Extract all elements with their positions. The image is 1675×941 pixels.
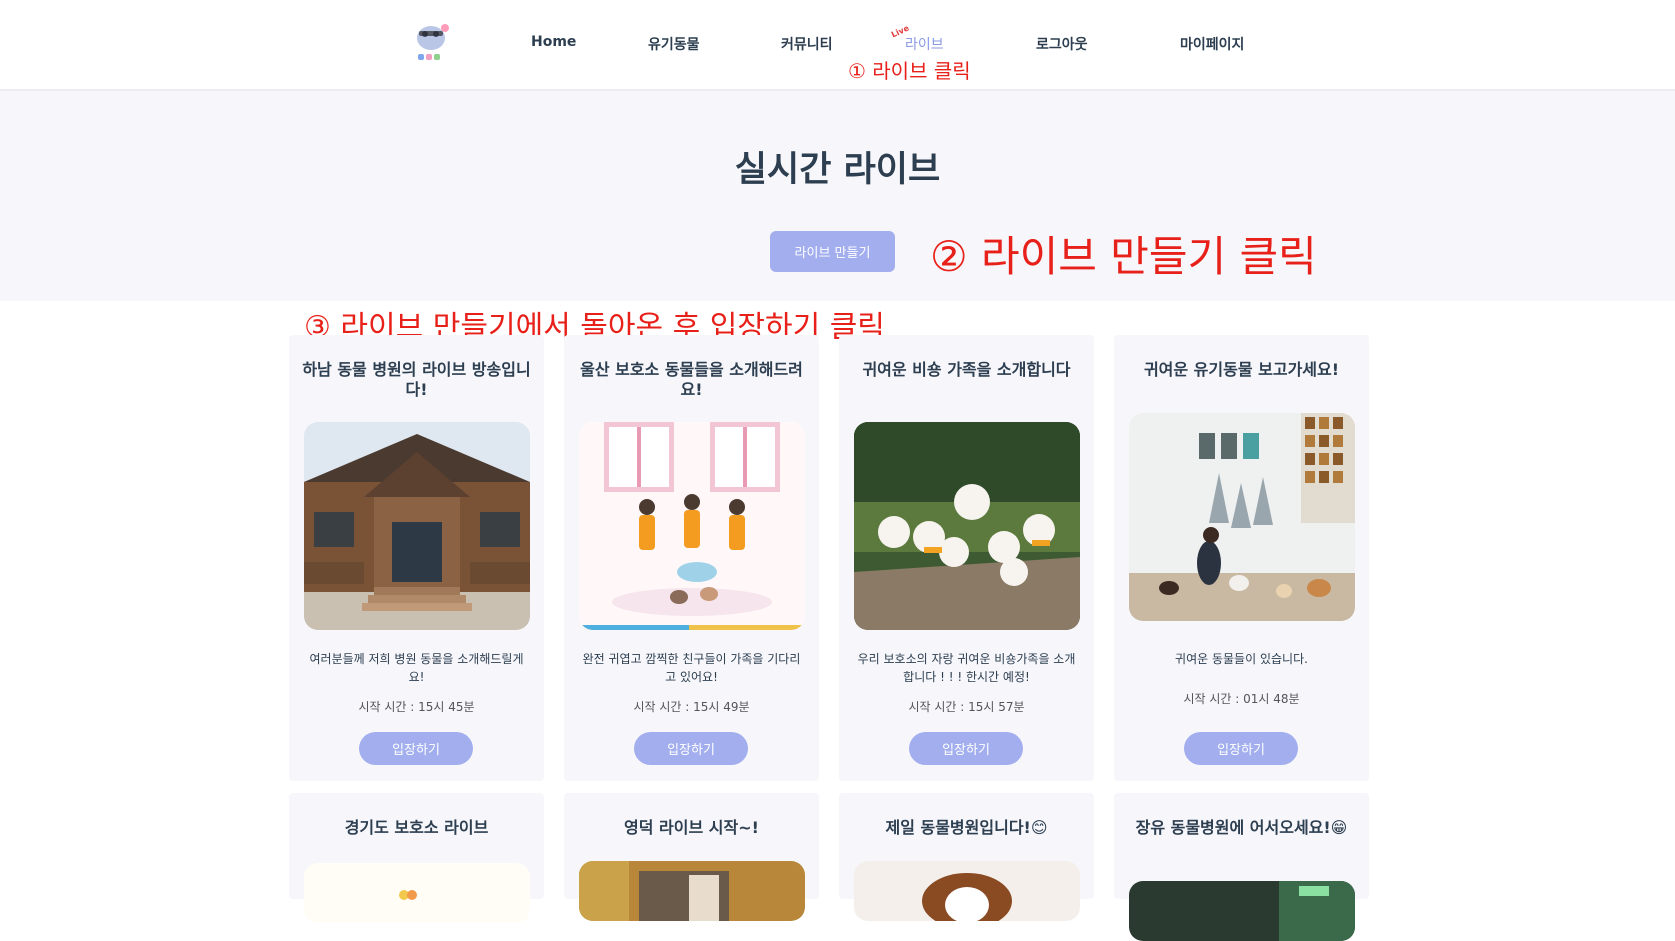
live-card: 귀여운 유기동물 보고가세요! 귀여운 동물들이 있습니다. 시작 시간: 0… bbox=[1114, 335, 1369, 781]
annotation-step1: ① 라이브 클릭 bbox=[848, 59, 971, 83]
annotation-step2: ② 라이브 만들기 클릭 bbox=[930, 232, 1317, 281]
card-thumbnail-hospital-building[interactable] bbox=[304, 422, 530, 630]
card-start-time: 시작 시간 : 15시 57분 bbox=[908, 700, 1025, 714]
nav-community[interactable]: 커뮤니티 bbox=[781, 34, 833, 54]
page-title: 실시간 라이브 bbox=[734, 150, 941, 190]
card-description: 귀여운 동물들이 있습니다. bbox=[1175, 652, 1308, 666]
card-title: 영덕 라이브 시작~! bbox=[624, 818, 759, 837]
card-start-time: 시작 시간 : 15시 45분 bbox=[358, 700, 475, 714]
nav-home[interactable]: Home bbox=[531, 34, 576, 50]
card-title: 하남 동물 병원의 라이브 방송입니다! bbox=[302, 360, 531, 399]
join-button[interactable]: 입장하기 bbox=[909, 732, 1023, 765]
card-thumbnail[interactable] bbox=[1129, 881, 1355, 941]
live-hero-section: 실시간 라이브 라이브 만들기 bbox=[0, 91, 1675, 301]
card-thumbnail[interactable] bbox=[579, 861, 805, 921]
card-thumbnail[interactable] bbox=[304, 863, 530, 923]
card-start-time: 시작 시간 : 01시 48분 bbox=[1183, 692, 1300, 706]
live-card: 장유 동물병원에 어서오세요!😁 bbox=[1114, 793, 1369, 941]
live-card: 하남 동물 병원의 라이브 방송입니다! 여러분들께 저희 병원 동물을 소개해… bbox=[289, 335, 544, 781]
live-card: 제일 동물병원입니다!😊 bbox=[839, 793, 1094, 921]
card-description: 완전 귀엽고 깜찍한 친구들이 가족을 기다리고 있어요! bbox=[582, 652, 801, 684]
nav-abandoned-animals[interactable]: 유기동물 bbox=[648, 34, 700, 54]
live-card: 울산 보호소 동물들을 소개해드려요! 완전 귀엽고 깜찍한 친구들이 가족을 … bbox=[564, 335, 819, 781]
card-start-time: 시작 시간 : 15시 49분 bbox=[633, 700, 750, 714]
card-thumbnail-bichon-family[interactable] bbox=[854, 422, 1080, 630]
card-title: 귀여운 비숑 가족을 소개합니다 bbox=[862, 360, 1071, 379]
card-description: 여러분들께 저희 병원 동물을 소개해드릴게요! bbox=[309, 652, 524, 684]
nav-live[interactable]: 라이브 bbox=[905, 34, 944, 54]
live-card: 귀여운 비숑 가족을 소개합니다 우리 보호소의 자랑 귀여운 비숑가족을 소개… bbox=[839, 335, 1094, 781]
create-live-button[interactable]: 라이브 만들기 bbox=[770, 231, 895, 272]
top-nav-bar: Home 유기동물 커뮤니티 Live 라이브 로그아웃 마이페이지 bbox=[0, 0, 1675, 91]
card-description: 우리 보호소의 자랑 귀여운 비숑가족을 소개합니다 ! ! ! 한시간 예정! bbox=[857, 652, 1076, 684]
card-title: 귀여운 유기동물 보고가세요! bbox=[1143, 360, 1340, 379]
join-button[interactable]: 입장하기 bbox=[634, 732, 748, 765]
join-button[interactable]: 입장하기 bbox=[359, 732, 473, 765]
nav-mypage[interactable]: 마이페이지 bbox=[1180, 34, 1244, 54]
nav-logout[interactable]: 로그아웃 bbox=[1036, 34, 1088, 54]
live-card: 영덕 라이브 시작~! bbox=[564, 793, 819, 921]
join-button[interactable]: 입장하기 bbox=[1184, 732, 1298, 765]
card-title: 장유 동물병원에 어서오세요!😁 bbox=[1135, 818, 1348, 837]
card-title: 제일 동물병원입니다!😊 bbox=[885, 818, 1048, 837]
card-thumbnail-volunteers-illustration[interactable] bbox=[579, 422, 805, 630]
card-thumbnail[interactable] bbox=[854, 861, 1080, 921]
live-card: 경기도 보호소 라이브 bbox=[289, 793, 544, 923]
card-thumbnail-shelter-center[interactable] bbox=[1129, 413, 1355, 621]
site-logo[interactable] bbox=[409, 20, 453, 66]
card-title: 울산 보호소 동물들을 소개해드려요! bbox=[580, 360, 803, 399]
card-title: 경기도 보호소 라이브 bbox=[344, 818, 489, 837]
